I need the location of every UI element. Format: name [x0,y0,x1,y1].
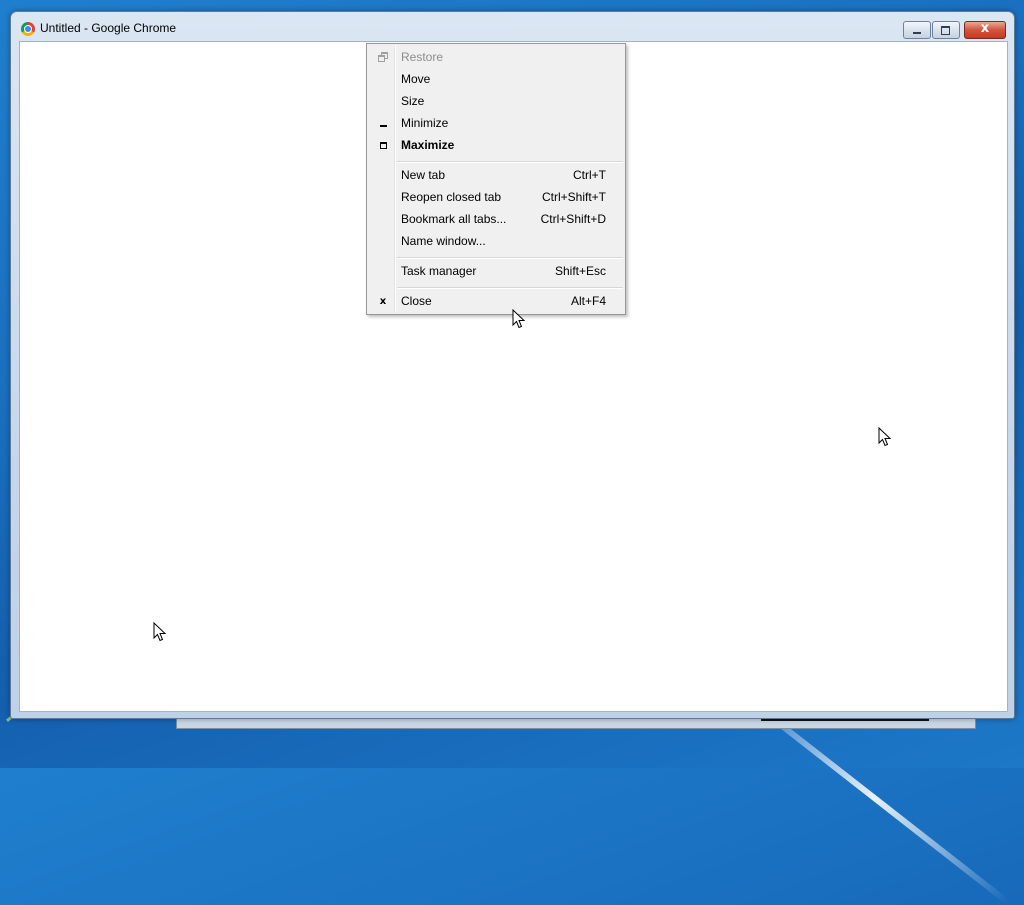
maximize-icon [941,26,950,35]
menu-item-task-manager[interactable]: Task manager Shift+Esc [369,260,623,282]
menu-item-bookmark-all-tabs[interactable]: Bookmark all tabs... Ctrl+Shift+D [369,208,623,230]
menu-item-minimize[interactable]: Minimize [369,112,623,134]
menu-item-label: Minimize [401,116,449,130]
title-bar[interactable]: Untitled - Google Chrome x [11,12,1014,42]
menu-item-size[interactable]: Size [369,90,623,112]
mouse-cursor-icon [878,427,892,447]
window-title: Untitled - Google Chrome [40,21,177,35]
mouse-cursor-icon [512,309,526,329]
menu-item-maximize[interactable]: Maximize [369,134,623,156]
menu-item-shortcut: Ctrl+T [573,168,606,182]
menu-separator [397,257,623,259]
menu-item-label: Size [401,94,425,108]
menu-item-label: Name window... [401,234,486,248]
menu-item-label: Close [401,294,432,308]
menu-item-restore[interactable]: Restore [369,46,623,68]
minimize-icon [378,118,388,128]
menu-item-label: Bookmark all tabs... [401,212,507,226]
menu-item-label: Maximize [401,138,455,152]
menu-item-label: Task manager [401,264,477,278]
close-icon: x [379,296,387,307]
menu-item-label: Restore [401,50,444,64]
mouse-cursor-icon [153,622,167,642]
menu-item-name-window[interactable]: Name window... [369,230,623,252]
menu-item-shortcut: Ctrl+Shift+D [540,212,606,226]
minimize-icon [913,32,921,34]
minimize-button[interactable] [903,21,931,39]
menu-item-shortcut: Shift+Esc [554,264,606,278]
menu-item-label: Reopen closed tab [401,190,502,204]
menu-item-label: New tab [401,168,446,182]
close-button[interactable]: x [964,21,1006,39]
maximize-button[interactable] [932,21,960,39]
menu-item-label: Move [401,72,431,86]
menu-item-reopen-closed-tab[interactable]: Reopen closed tab Ctrl+Shift+T [369,186,623,208]
menu-separator [397,161,623,163]
chrome-icon[interactable] [21,22,35,36]
maximize-icon [378,140,388,150]
menu-item-move[interactable]: Move [369,68,623,90]
window-system-menu: Restore Move Size Minimize Maximize New … [366,43,626,315]
menu-item-close[interactable]: x Close Alt+F4 [369,290,623,312]
menu-separator [397,287,623,289]
close-icon: x [980,21,990,36]
restore-icon [378,52,388,62]
menu-item-shortcut: Ctrl+Shift+T [541,190,606,204]
menu-item-shortcut: Alt+F4 [570,294,606,308]
menu-item-new-tab[interactable]: New tab Ctrl+T [369,164,623,186]
